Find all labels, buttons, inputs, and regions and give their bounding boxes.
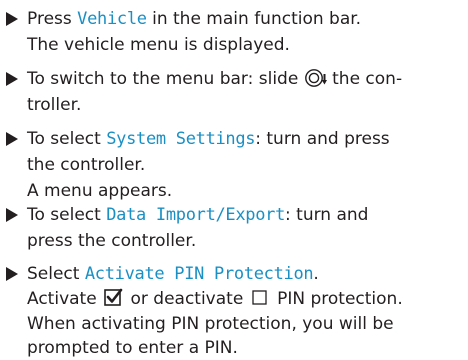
text-segment: Activate [27, 289, 103, 309]
ui-label-data-import-export: Data Import/Export [106, 205, 286, 225]
text-segment: To select [27, 129, 107, 149]
step-text-line: the controller. [27, 153, 145, 177]
text-segment: in the main function bar. [146, 9, 362, 29]
step-text-line: troller. [27, 93, 81, 117]
text-segment: . [313, 264, 319, 284]
text-segment: Select [27, 264, 85, 284]
text-segment: the controller. [27, 155, 146, 175]
ui-label-system-settings: System Settings [106, 129, 256, 149]
text-segment: The vehicle menu is displayed. [27, 35, 290, 55]
step-text-line: Select Activate PIN Protection. [27, 262, 319, 286]
text-segment: or deactivate [125, 289, 249, 309]
bullet-arrow-icon [6, 132, 18, 146]
text-segment: To switch to the menu bar: slide [27, 69, 304, 89]
ui-label-activate-pin-protection: Activate PIN Protection [84, 264, 314, 284]
step-text-line: A menu appears. [27, 179, 172, 203]
checkbox-empty-icon [251, 288, 270, 307]
step-text-line: To select Data Import/Export: turn and [27, 203, 368, 227]
step-text-line: To select System Settings: turn and pres… [27, 127, 390, 151]
text-segment: troller. [27, 95, 82, 115]
text-segment: press the controller. [27, 231, 197, 251]
controller-slide-down-icon [304, 67, 327, 89]
step-text-line: The vehicle menu is displayed. [27, 33, 290, 57]
step-text-line: To switch to the menu bar: slide the con… [27, 67, 402, 91]
step-text-line: Press Vehicle in the main function bar. [27, 7, 361, 31]
text-segment: the con- [326, 69, 403, 89]
text-segment: When activating PIN protection, you will… [27, 314, 394, 334]
checkbox-checked-icon [104, 288, 123, 307]
step-text-line: press the controller. [27, 229, 196, 253]
bullet-arrow-icon [6, 267, 18, 281]
bullet-arrow-icon [6, 12, 18, 26]
step-text-line: prompted to enter a PIN. [27, 336, 238, 360]
ui-label-vehicle: Vehicle [77, 9, 147, 29]
text-segment: PIN protection. [271, 289, 403, 309]
text-segment: Press [27, 9, 78, 29]
text-segment: A menu appears. [27, 181, 173, 201]
bullet-arrow-icon [6, 208, 18, 222]
text-segment: prompted to enter a PIN. [27, 338, 238, 358]
text-segment: To select [27, 205, 107, 225]
bullet-arrow-icon [6, 72, 18, 86]
text-segment: : turn and [285, 205, 369, 225]
step-text-line: Activate or deactivate PIN protection. [27, 287, 403, 311]
text-segment: : turn and press [255, 129, 390, 149]
step-text-line: When activating PIN protection, you will… [27, 312, 394, 336]
